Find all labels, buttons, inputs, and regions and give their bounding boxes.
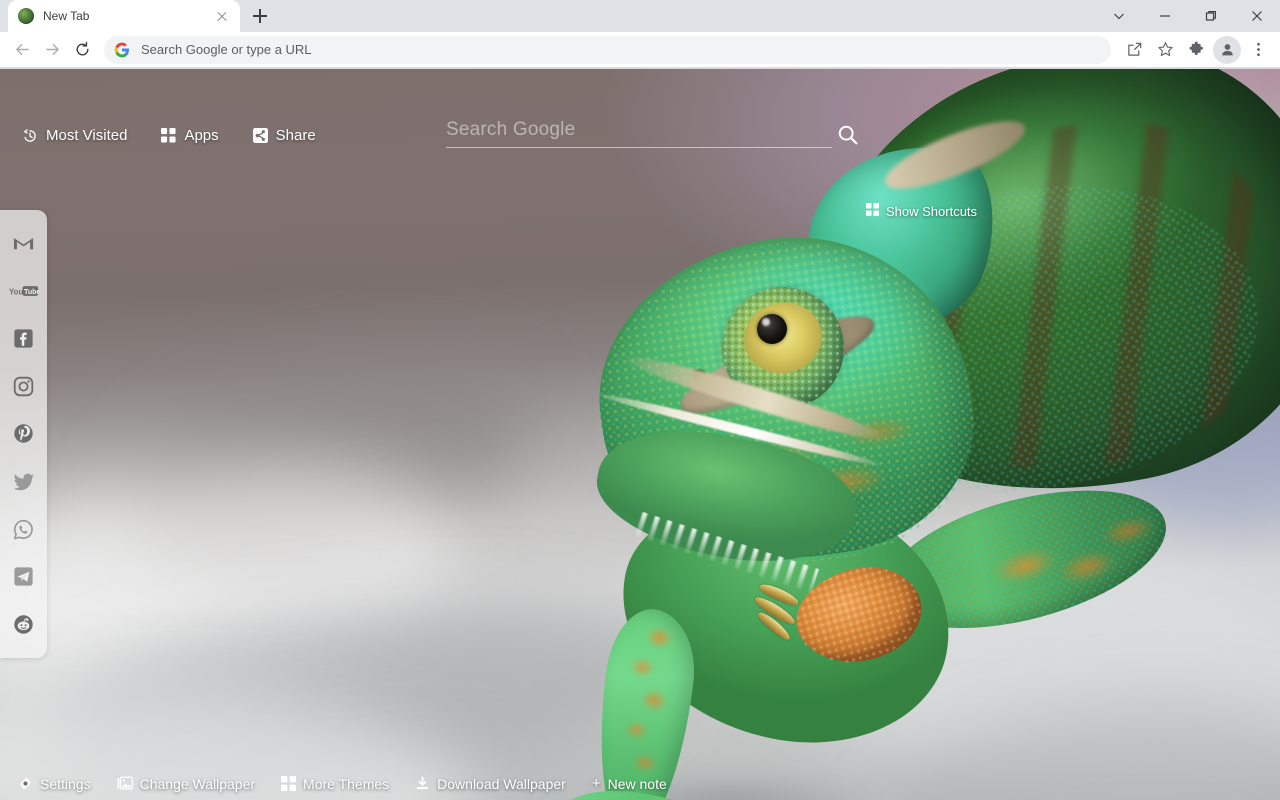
more-themes-button[interactable]: More Themes xyxy=(281,776,389,792)
bottom-toolbar: Settings Change Wallpaper More Themes Do… xyxy=(0,775,1280,792)
new-note-button[interactable]: + New note xyxy=(592,775,667,792)
search-magnifier-icon[interactable] xyxy=(836,123,862,149)
google-g-icon xyxy=(114,42,129,57)
top-nav-item-most-visited[interactable]: Most Visited xyxy=(22,127,127,144)
svg-text:You: You xyxy=(9,288,23,297)
gear-icon xyxy=(18,776,33,791)
back-arrow-icon[interactable] xyxy=(8,36,36,64)
telegram-icon[interactable] xyxy=(9,562,39,592)
reload-icon[interactable] xyxy=(68,36,96,64)
close-icon[interactable] xyxy=(214,8,230,24)
instagram-icon[interactable] xyxy=(9,371,39,401)
grid-squares-icon xyxy=(281,776,297,791)
top-nav-item-apps[interactable]: Apps xyxy=(161,127,219,144)
social-shortcuts-sidebar: You Tube xyxy=(0,210,47,658)
tab-title: New Tab xyxy=(43,9,90,23)
maximize-icon[interactable] xyxy=(1188,0,1234,32)
chrome-menu-icon[interactable] xyxy=(1244,36,1272,64)
bottom-item-label: Download Wallpaper xyxy=(437,775,566,792)
bottom-item-label: Settings xyxy=(40,775,91,792)
new-tab-icon[interactable] xyxy=(246,2,274,30)
browser-toolbar: Search Google or type a URL xyxy=(0,32,1280,68)
settings-button[interactable]: Settings xyxy=(18,776,91,792)
extensions-puzzle-icon[interactable] xyxy=(1182,36,1210,64)
address-bar[interactable]: Search Google or type a URL xyxy=(104,35,1111,64)
top-nav-label: Apps xyxy=(184,127,219,144)
top-nav-item-share[interactable]: Share xyxy=(252,127,316,144)
plus-icon: + xyxy=(591,775,601,792)
chameleon-favicon xyxy=(18,8,34,24)
pinterest-icon[interactable] xyxy=(9,419,39,449)
history-clock-icon xyxy=(22,128,38,144)
image-icon xyxy=(117,776,133,791)
new-tab-page: Most Visited Apps Share Search Google Sh… xyxy=(0,69,1280,800)
top-nav: Most Visited Apps Share xyxy=(22,127,316,144)
close-icon[interactable] xyxy=(1234,0,1280,32)
chameleon-subject xyxy=(0,69,1280,800)
youtube-icon[interactable]: You Tube xyxy=(9,276,39,306)
gmail-icon[interactable] xyxy=(9,229,39,259)
show-shortcuts-label: Show Shortcuts xyxy=(886,203,978,219)
search-area: Search Google xyxy=(446,119,858,148)
share-icon xyxy=(252,128,268,143)
twitter-icon[interactable] xyxy=(9,467,39,497)
grid-squares-icon xyxy=(866,203,879,219)
browser-tab[interactable]: New Tab xyxy=(8,0,240,32)
chevron-down-icon[interactable] xyxy=(1096,0,1142,32)
whatsapp-icon[interactable] xyxy=(9,514,39,544)
change-wallpaper-button[interactable]: Change Wallpaper xyxy=(117,776,255,792)
bottom-item-label: New note xyxy=(607,775,667,792)
facebook-icon[interactable] xyxy=(9,324,39,354)
toolbar-icon-group xyxy=(1117,35,1272,64)
search-input[interactable]: Search Google xyxy=(446,119,832,147)
top-nav-label: Most Visited xyxy=(46,127,128,144)
bottom-item-label: Change Wallpaper xyxy=(139,775,256,792)
share-page-icon[interactable] xyxy=(1120,36,1148,64)
address-bar-placeholder: Search Google or type a URL xyxy=(141,42,312,57)
bottom-item-label: More Themes xyxy=(303,775,390,792)
top-nav-label: Share xyxy=(275,127,316,144)
svg-text:Tube: Tube xyxy=(24,288,39,296)
download-icon xyxy=(415,776,430,791)
window-controls xyxy=(1096,0,1280,32)
forward-arrow-icon[interactable] xyxy=(38,36,66,64)
browser-window: New Tab Search Google or type a URL Most… xyxy=(0,0,1280,800)
search-underline xyxy=(446,147,832,148)
wallpaper-image xyxy=(0,69,1280,800)
tab-strip: New Tab xyxy=(0,0,1280,32)
minimize-icon[interactable] xyxy=(1142,0,1188,32)
reddit-icon[interactable] xyxy=(9,609,39,639)
apps-grid-icon xyxy=(161,128,176,143)
download-wallpaper-button[interactable]: Download Wallpaper xyxy=(415,776,566,792)
bookmark-star-icon[interactable] xyxy=(1151,36,1179,64)
show-shortcuts-toggle[interactable]: Show Shortcuts xyxy=(866,203,977,219)
profile-avatar-icon[interactable] xyxy=(1213,35,1241,64)
